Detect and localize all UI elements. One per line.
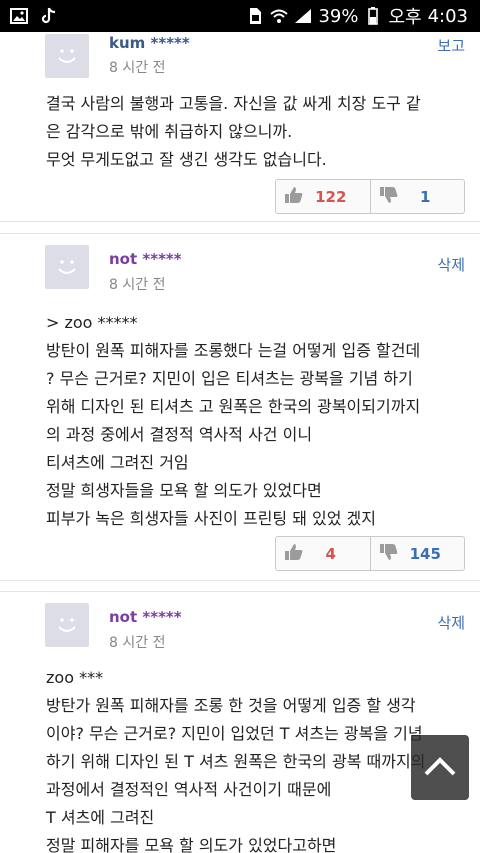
signal-icon [294, 7, 312, 25]
dislike-button[interactable]: 1 [369, 180, 465, 213]
comment-line: 이야? 무슨 근거로? 지민이 입었던 T 셔츠는 광복을 기념 [46, 724, 423, 743]
report-button[interactable]: 보고 [437, 35, 465, 56]
avatar [45, 245, 89, 289]
comment-line: 정말 희생자들을 모욕 할 의도가 있었다면 [46, 481, 322, 500]
comment-line: 방탄가 원폭 피해자를 조롱 한 것을 어떻게 입증 할 생각 [46, 696, 416, 715]
battery-icon [364, 7, 382, 25]
comment-body: zoo *** 방탄가 원폭 피해자를 조롱 한 것을 어떻게 입증 할 생각 … [46, 664, 468, 853]
comment-line: > zoo ***** [46, 313, 138, 332]
comment-item: not ***** 8 시간 전 삭제 > zoo ***** 방탄이 원폭 피… [0, 233, 480, 581]
status-bar: 39% 오후 4:03 [0, 0, 480, 32]
smiley-avatar-icon [58, 618, 76, 632]
comment-username[interactable]: kum ***** [109, 34, 190, 52]
comment-username[interactable]: not ***** [109, 608, 182, 626]
comment-line: 과정에서 결정적인 역사적 사건이기 때문에 [46, 780, 332, 799]
like-count: 122 [315, 187, 347, 206]
chevron-up-icon [423, 755, 457, 781]
dislike-count: 145 [409, 544, 441, 563]
comment-line: 결국 사람의 불행과 고통을. 자신을 값 싸게 치장 도구 같 [46, 94, 421, 113]
vote-bar: 4 145 [275, 536, 465, 571]
comment-line: 위해 디자인 된 티셔츠 고 원폭은 한국의 광복이되기까지 [46, 397, 421, 416]
avatar [45, 34, 89, 78]
comment-line: T 셔츠에 그려진 [46, 808, 155, 827]
delete-button[interactable]: 삭제 [437, 254, 465, 275]
comment-line: 의 과정 중에서 결정적 역사적 사건 이니 [46, 425, 313, 444]
delete-button[interactable]: 삭제 [437, 612, 465, 633]
comment-body: 결국 사람의 불행과 고통을. 자신을 값 싸게 치장 도구 같 은 감각으로 … [46, 90, 468, 174]
comment-item: not ***** 8 시간 전 삭제 zoo *** 방탄가 원폭 피해자를 … [0, 591, 480, 853]
sim-icon [246, 7, 264, 25]
comment-timestamp: 8 시간 전 [109, 277, 166, 293]
avatar [45, 603, 89, 647]
comment-line: 피부가 녹은 희생자들 사진이 프린팅 돼 있었 겠지 [46, 509, 377, 528]
thumbs-up-icon [284, 186, 304, 208]
dislike-count: 1 [420, 187, 431, 206]
comment-line: 무엇 무게도없고 잘 생긴 생각도 없습니다. [46, 150, 327, 169]
comment-line: 은 감각으로 밖에 취급하지 않으니까. [46, 122, 293, 141]
comment-timestamp: 8 시간 전 [109, 635, 166, 651]
smiley-avatar-icon [58, 49, 76, 63]
like-button[interactable]: 122 [276, 180, 370, 213]
comment-line: 하기 위해 디자인 된 T 셔츠 원폭은 한국의 광복 때까지의 [46, 752, 426, 771]
comment-line: 정말 피해자를 모욕 할 의도가 있었다고하면 [46, 836, 337, 853]
clock-ampm: 오후 [388, 7, 422, 28]
wifi-icon [270, 7, 289, 25]
tiktok-icon [40, 7, 58, 25]
vote-bar: 122 1 [275, 179, 465, 214]
thumbs-down-icon [379, 186, 399, 208]
comment-timestamp: 8 시간 전 [109, 60, 166, 76]
comment-item: kum ***** 8 시간 전 보고 결국 사람의 불행과 고통을. 자신을 … [0, 32, 480, 222]
scroll-top-button[interactable] [411, 735, 469, 800]
thumbs-down-icon [379, 543, 399, 565]
smiley-avatar-icon [58, 260, 76, 274]
clock-time: 4:03 [427, 5, 468, 27]
comment-body: > zoo ***** 방탄이 원폭 피해자를 조롱했다 는걸 어떻게 입증 할… [46, 309, 468, 533]
battery-percent: 39% [318, 5, 359, 27]
comment-line: zoo *** [46, 668, 104, 687]
comment-username[interactable]: not ***** [109, 250, 182, 268]
comment-line: 방탄이 원폭 피해자를 조롱했다 는걸 어떻게 입증 할건데 [46, 341, 421, 360]
image-icon [10, 7, 28, 25]
like-button[interactable]: 4 [276, 537, 370, 570]
thumbs-up-icon [284, 543, 304, 565]
like-count: 4 [325, 544, 336, 563]
comment-line: ? 무슨 근거로? 지민이 입은 티셔츠는 광복을 기념 하기 [46, 369, 413, 388]
comment-line: 티셔츠에 그려진 거임 [46, 453, 189, 472]
dislike-button[interactable]: 145 [369, 537, 465, 570]
